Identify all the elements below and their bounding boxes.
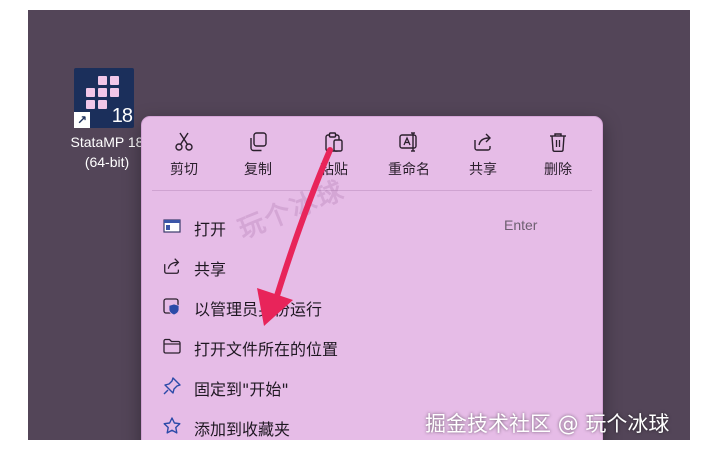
watermark-bottom: 掘金技术社区 @ 玩个冰球 [425, 412, 670, 436]
annotation-arrow-icon [257, 147, 333, 326]
